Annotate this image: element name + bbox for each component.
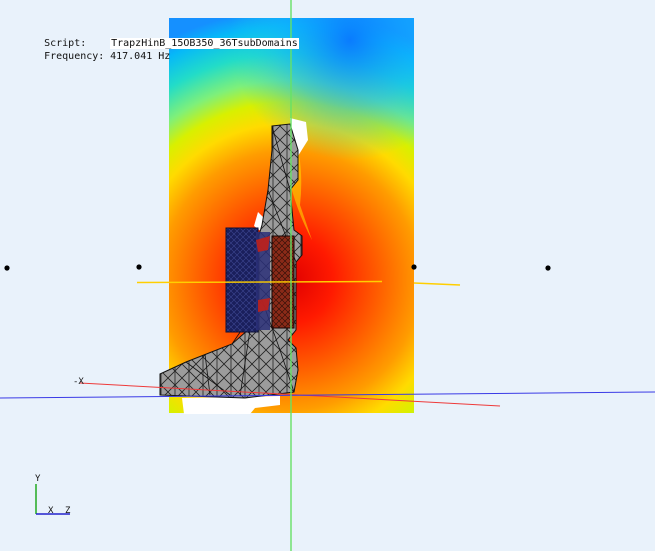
triad-y-label: Y	[35, 474, 41, 484]
marker-dot	[545, 265, 551, 271]
triad-x-label: X	[48, 506, 54, 516]
frequency-value: 417.041 Hz	[110, 51, 171, 62]
frequency-line: Frequency: 417.041 Hz	[20, 39, 170, 75]
marker-dot	[411, 264, 417, 270]
frequency-label: Frequency:	[44, 51, 105, 62]
axis-triad: Y X Z	[30, 472, 80, 520]
3d-viewport[interactable]: -X Script: TrapzHinB_15OB350_36TsubDomain…	[0, 0, 655, 551]
marker-dot	[136, 264, 142, 270]
yellow-axis-tail	[413, 282, 461, 286]
marker-dot	[4, 265, 10, 271]
coil-block	[225, 227, 270, 333]
simulation-scene[interactable]: -X	[0, 0, 655, 551]
triad-z-label: Z	[65, 506, 71, 516]
neg-x-axis-label: -X	[73, 377, 84, 387]
